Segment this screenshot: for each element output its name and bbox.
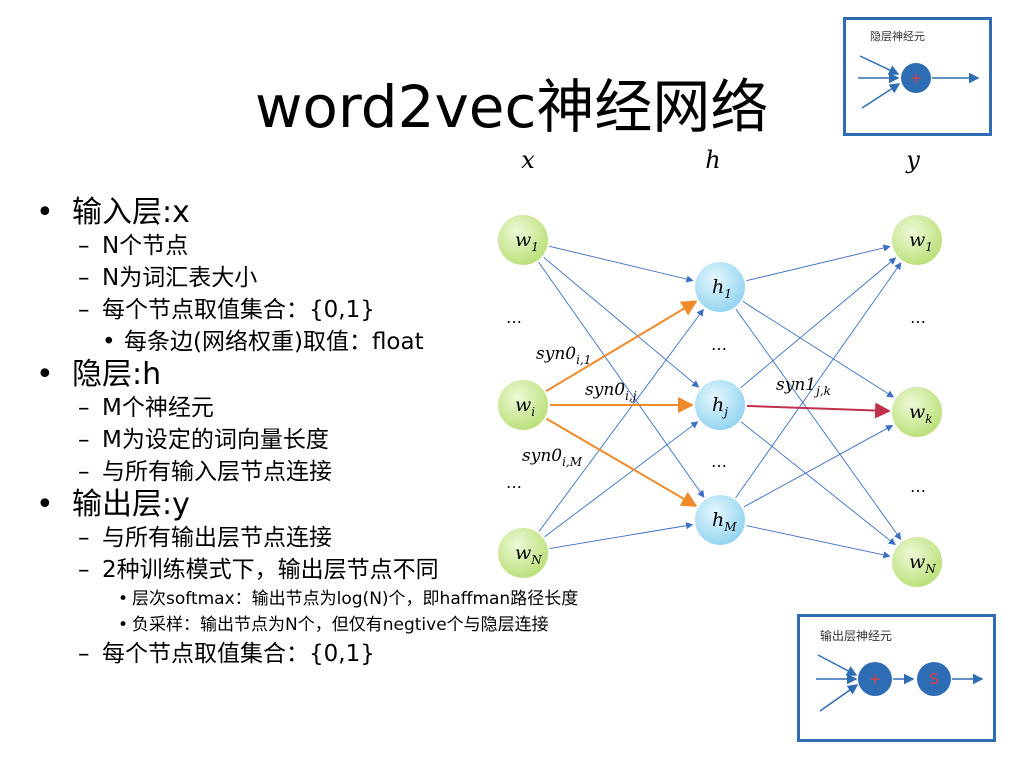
hidden-neuron-box: 隐层神经元 + [843, 17, 992, 136]
edge-weight-subscript: i,1 [576, 353, 591, 367]
node-label-base: w [909, 401, 925, 423]
edge-weight-label: syn0i,1 [536, 344, 591, 367]
node-label-base: w [515, 542, 531, 564]
edge-input-hidden [548, 522, 694, 550]
ellipsis: … [910, 308, 926, 327]
output-neuron-icon: + S [816, 654, 984, 712]
node-label-base: h [712, 276, 724, 298]
edge-highlight-output [745, 402, 892, 419]
edge-hidden-output [739, 257, 897, 389]
ellipsis: … [711, 452, 727, 471]
edge-weight-subscript: i,j [625, 389, 637, 403]
output-neuron-box: 输出层神经元 + S [797, 614, 996, 742]
node-label-subscript: N [530, 553, 542, 567]
node-label-subscript: 1 [531, 240, 539, 254]
edge-hidden-output [745, 244, 891, 282]
layer-label-output: y [905, 146, 920, 174]
node-label-base: w [515, 394, 531, 416]
edge-weight-subscript: i,M [562, 455, 583, 469]
node-label-base: h [712, 394, 724, 416]
edge-input-hidden [538, 308, 704, 533]
node-label-subscript: 1 [724, 287, 732, 301]
ellipsis: … [711, 335, 727, 354]
edge-weight-base: syn1 [776, 375, 816, 395]
edge-hidden-output [734, 262, 902, 499]
output-neuron-sigmoid: S [929, 670, 939, 688]
edge-weight-label: syn1j,k [776, 375, 831, 398]
node-label-subscript: i [531, 405, 535, 419]
layer-label-input: x [521, 146, 535, 174]
edge-weight-label: syn0i,M [522, 446, 583, 469]
layer-label-hidden: h [705, 146, 720, 174]
edge-weight-base: syn0 [585, 380, 625, 400]
node-label-subscript: 1 [925, 240, 933, 254]
node-label-base: h [712, 509, 724, 531]
edge-weight-subscript: j,k [813, 384, 831, 398]
ellipsis: … [506, 473, 522, 492]
edge-input-hidden [543, 421, 699, 538]
ellipsis: … [506, 308, 522, 327]
edge-weight-base: syn0 [522, 446, 562, 466]
edge-hidden-output [734, 307, 902, 540]
hidden-neuron-plus: + [910, 69, 923, 87]
node-label-subscript: M [723, 520, 737, 534]
edge-input-hidden [548, 245, 694, 283]
output-neuron-plus: + [869, 670, 882, 688]
hidden-neuron-icon: + [858, 55, 980, 109]
node-label-subscript: N [924, 562, 936, 576]
edge-hidden-output [742, 425, 894, 508]
edge-hidden-output [740, 420, 896, 546]
node-label-base: w [909, 229, 925, 251]
ellipsis: … [910, 477, 926, 496]
node-label-subscript: k [925, 412, 932, 426]
edge-weight-label: syn0i,j [585, 380, 637, 403]
node-label-base: w [909, 551, 925, 573]
edge-weight-base: syn0 [536, 344, 576, 364]
node-label-base: w [515, 229, 531, 251]
edge-hidden-output [745, 524, 891, 559]
